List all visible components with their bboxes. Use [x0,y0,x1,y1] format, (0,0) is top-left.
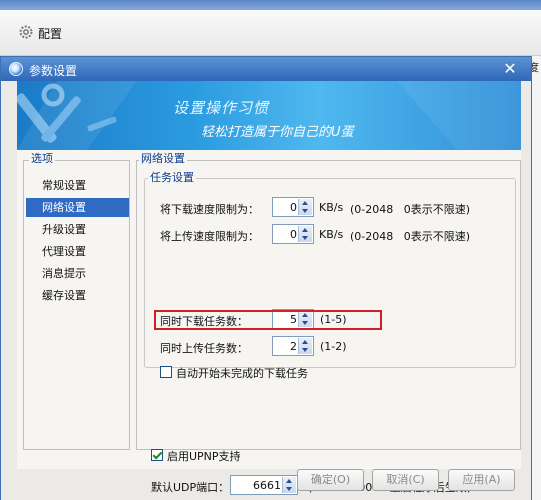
settings-dialog: 参数设置 ✕ 设置操作习惯 轻松打造属于你自己的U蛋 常规设置 网络设置 升级设… [0,56,532,500]
download-limit-label: 将下载速度限制为： [160,203,259,216]
download-limit-value[interactable]: 0 [290,201,297,214]
options-nav: 常规设置 网络设置 升级设置 代理设置 消息提示 缓存设置 [23,160,130,450]
download-limit-stepper[interactable]: 0 [272,197,314,217]
download-limit-hint: (0-2048 0表示不限速) [350,203,471,216]
config-button[interactable]: 配置 [38,25,62,42]
ok-button[interactable]: 确定(O) [297,469,364,491]
upload-limit-label: 将上传速度限制为： [160,230,259,243]
banner: 设置操作习惯 轻松打造属于你自己的U蛋 [17,81,521,150]
gear-icon[interactable] [19,25,33,39]
options-legend: 选项 [29,150,55,166]
banner-headline: 设置操作习惯 [173,99,270,117]
auto-start-checkbox[interactable] [160,366,172,378]
cancel-button[interactable]: 取消(C) [372,469,439,491]
upload-limit-hint: (0-2048 0表示不限速) [350,230,471,243]
task-settings-legend: 任务设置 [148,169,196,185]
upnp-label[interactable]: 启用UPNP支持 [167,448,241,464]
banner-subline: 轻松打造属于你自己的U蛋 [201,125,354,140]
nav-item-network[interactable]: 网络设置 [26,198,129,217]
dialog-title-bar[interactable]: 参数设置 ✕ [1,57,531,81]
dialog-body: 常规设置 网络设置 升级设置 代理设置 消息提示 缓存设置 选项 网络设置 任务… [17,150,521,495]
close-button[interactable]: ✕ [501,60,519,78]
concurrent-upload-hint: (1-2) [320,340,347,353]
network-settings-legend: 网络设置 [139,150,187,166]
nav-item-upgrade[interactable]: 升级设置 [26,220,129,239]
apply-button[interactable]: 应用(A) [448,469,515,491]
spinner-arrows-icon[interactable] [282,477,296,493]
udp-port-label: 默认UDP端口： [151,481,230,494]
top-band [0,0,541,10]
concurrent-upload-label: 同时上传任务数： [160,342,248,355]
app-logo-icon [9,62,23,76]
udp-port-value[interactable]: 6661 [253,479,281,492]
upload-limit-stepper[interactable]: 0 [272,224,314,244]
upload-limit-unit: KB/s [319,228,344,241]
spinner-arrows-icon[interactable] [298,226,312,242]
background-window [532,56,541,500]
upnp-checkbox[interactable] [151,449,163,461]
auto-start-label[interactable]: 自动开始未完成的下载任务 [176,365,308,381]
dialog-title: 参数设置 [29,64,78,78]
concurrent-upload-value[interactable]: 2 [290,340,297,353]
udp-port-stepper[interactable]: 6661 [230,475,298,495]
nav-item-notifications[interactable]: 消息提示 [26,264,129,283]
app-toolbar [0,10,541,56]
concurrent-upload-stepper[interactable]: 2 [272,336,314,356]
nav-item-proxy[interactable]: 代理设置 [26,242,129,261]
spinner-arrows-icon[interactable] [298,199,312,215]
nav-item-general[interactable]: 常规设置 [26,176,129,195]
spinner-arrows-icon[interactable] [298,338,312,354]
download-limit-unit: KB/s [319,201,344,214]
highlight-box [154,310,382,330]
upload-limit-value[interactable]: 0 [290,228,297,241]
nav-item-cache[interactable]: 缓存设置 [26,286,129,305]
